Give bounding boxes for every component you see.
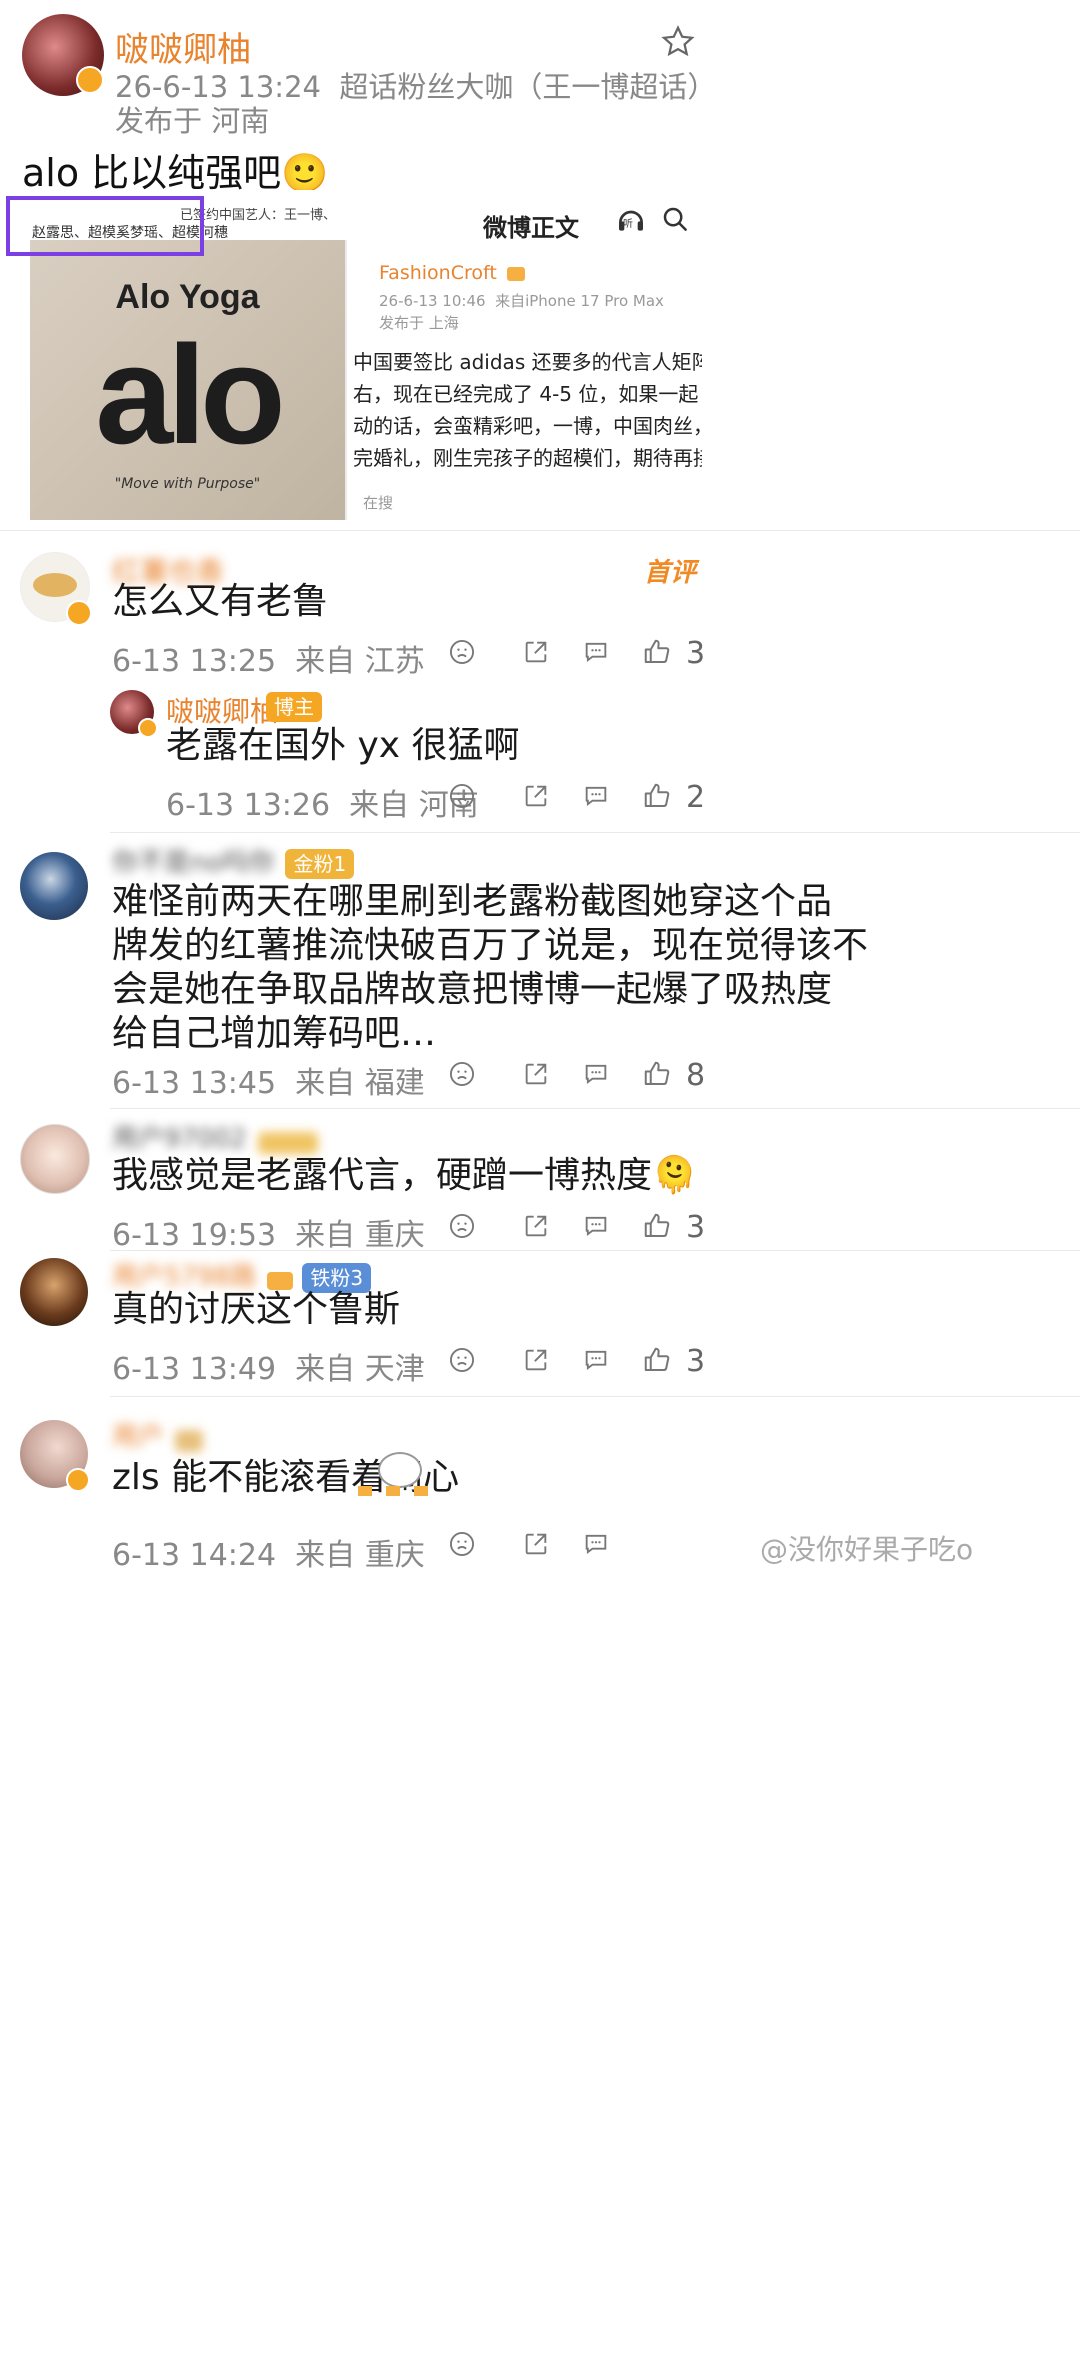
comment-avatar[interactable] — [20, 1124, 90, 1194]
reply-meta: 6-13 13:26 来自 河南 — [166, 788, 479, 823]
comment-actions: 8 — [448, 1058, 705, 1093]
comment-author-name[interactable]: 用户 — [112, 1416, 204, 1453]
share-icon[interactable] — [522, 782, 550, 814]
quoted-line-1: 中国要签比 adidas 还要多的代言人矩阵。 — [353, 350, 702, 374]
post-location: 发布于 河南 — [115, 104, 270, 138]
alo-ad-image[interactable]: Alo Yoga alo "Move with Purpose" — [30, 240, 345, 520]
emoji-icon: 🫠 — [652, 1155, 697, 1196]
divider — [110, 1250, 1080, 1251]
comment-meta: 6-13 13:45 来自 福建 — [112, 1066, 425, 1101]
fan-badge: 金粉1 — [285, 849, 355, 879]
comment-actions: 3 — [448, 1210, 705, 1245]
divider — [110, 1108, 1080, 1109]
comment-text: 我感觉是老露代言，硬蹭一博热度🫠 — [112, 1155, 697, 1196]
verified-badge-icon — [66, 600, 92, 626]
share-icon[interactable] — [522, 1530, 550, 1562]
share-icon[interactable] — [522, 1212, 550, 1244]
potato-icon — [33, 573, 77, 597]
search-icon[interactable] — [660, 204, 690, 238]
comment-meta: 6-13 13:25 来自 江苏 — [112, 644, 425, 679]
sticker-image — [358, 1452, 428, 1498]
dislike-face-icon[interactable] — [448, 1346, 476, 1378]
dislike-face-icon[interactable] — [448, 1530, 476, 1562]
dislike-face-icon[interactable] — [448, 1060, 476, 1092]
quoted-line-3: 动的话，会蛮精彩吧，一博，中国肉丝， — [353, 414, 702, 438]
like-icon[interactable] — [642, 781, 672, 815]
listen-icon[interactable]: 听 — [615, 204, 647, 236]
like-count: 3 — [686, 1344, 706, 1379]
reply-icon[interactable] — [582, 1530, 610, 1562]
quoted-line-4: 完婚礼，刚生完孩子的超模们，期待再接 — [353, 446, 702, 470]
comment-text-line-4: 给自己增加筹码吧… — [112, 1013, 437, 1054]
comment-text: 真的讨厌这个鲁斯 — [112, 1289, 401, 1330]
footer-hint: 在搜 — [363, 494, 394, 512]
brand-logo: alo — [95, 316, 285, 473]
reply-icon[interactable] — [582, 1346, 610, 1378]
comment-avatar[interactable] — [20, 852, 88, 920]
author-badge: 博主 — [266, 692, 322, 722]
quoted-post[interactable]: FashionCroft 26-6-13 10:46 来自iPhone 17 P… — [345, 240, 702, 520]
comment-actions: 3 — [448, 1344, 705, 1379]
verified-badge-icon — [76, 66, 104, 94]
highlight-box — [6, 196, 204, 256]
share-icon[interactable] — [522, 1060, 550, 1092]
like-icon[interactable] — [642, 1345, 672, 1379]
share-icon[interactable] — [522, 1346, 550, 1378]
reply-icon[interactable] — [582, 782, 610, 814]
reply-icon[interactable] — [582, 638, 610, 670]
crown-icon — [506, 266, 525, 281]
comment-author-name[interactable]: 你不是no吗你 金粉1 — [112, 842, 355, 879]
divider — [110, 1396, 1080, 1397]
comment-meta: 6-13 13:49 来自 天津 — [112, 1352, 425, 1387]
like-icon[interactable] — [642, 637, 672, 671]
share-icon[interactable] — [522, 638, 550, 670]
star-icon[interactable] — [660, 24, 696, 64]
fan-badge — [175, 1429, 204, 1452]
like-icon[interactable] — [642, 1211, 672, 1245]
comment-actions — [448, 1530, 610, 1562]
quoted-meta: 26-6-13 10:46 来自iPhone 17 Pro Max — [379, 292, 664, 310]
quoted-author[interactable]: FashionCroft — [379, 262, 525, 284]
like-icon[interactable] — [642, 1059, 672, 1093]
brand-slogan: "Move with Purpose" — [114, 476, 261, 492]
dislike-face-icon[interactable] — [448, 638, 476, 670]
reply-text: 老露在国外 yx 很猛啊 — [166, 725, 520, 766]
post-text: alo 比以纯强吧🙂 — [22, 151, 329, 195]
comment-actions: 3 — [448, 636, 705, 671]
verified-badge-icon — [66, 1468, 90, 1492]
comment-text: 怎么又有老鲁 — [112, 581, 329, 622]
reply-icon[interactable] — [582, 1212, 610, 1244]
comment-meta: 6-13 14:24 来自 重庆 — [112, 1538, 425, 1573]
dislike-face-icon[interactable] — [448, 1212, 476, 1244]
comment-meta: 6-13 19:53 来自 重庆 — [112, 1218, 425, 1253]
like-count: 8 — [686, 1058, 706, 1093]
quoted-location: 发布于 上海 — [379, 314, 459, 332]
comment-avatar[interactable] — [20, 1258, 88, 1326]
brand-title: Alo Yoga — [115, 278, 260, 316]
first-comment-badge: 首评 — [644, 558, 697, 588]
reply-icon[interactable] — [582, 1060, 610, 1092]
reply-actions: 2 — [448, 780, 705, 815]
watermark: @没你好果子吃o — [760, 1533, 974, 1566]
listen-label: 听 — [623, 219, 633, 230]
divider — [110, 832, 1080, 833]
smile-emoji-icon: 🙂 — [281, 151, 329, 195]
like-count: 2 — [686, 780, 706, 815]
quoted-line-2: 右，现在已经完成了 4-5 位，如果一起 — [353, 382, 699, 406]
dislike-face-icon[interactable] — [448, 782, 476, 814]
divider — [0, 530, 1080, 531]
verified-badge-icon — [138, 718, 158, 738]
embedded-screenshot[interactable]: Alo Yoga alo "Move with Purpose" 已签约中国艺人… — [6, 190, 702, 520]
header-title: 微博正文 — [483, 214, 579, 242]
like-count: 3 — [686, 1210, 706, 1245]
like-count: 3 — [686, 636, 706, 671]
